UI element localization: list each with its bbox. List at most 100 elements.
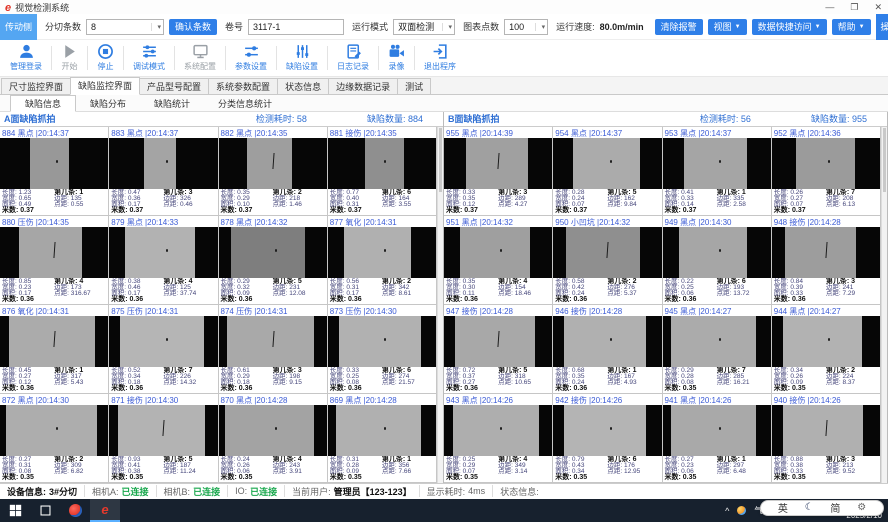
defect-image[interactable] xyxy=(219,316,327,367)
chart-points-select[interactable]: 100▾ xyxy=(504,19,548,35)
defect-cell[interactable]: 876 氧化 |20:14:31长度: 0.45宽度: 0.27面积: 0.12… xyxy=(0,305,109,394)
action-stop-button[interactable]: 停止 xyxy=(89,40,122,76)
defect-cell[interactable]: 950 小凹坑 |20:14:32长度: 0.58宽度: 0.42面积: 0.2… xyxy=(553,216,662,305)
defect-cell[interactable]: 878 黑点 |20:14:32长度: 0.29宽度: 0.32面积: 0.09… xyxy=(219,216,328,305)
close-button[interactable]: ✕ xyxy=(874,3,882,12)
defect-image[interactable] xyxy=(553,138,661,189)
weather-icon[interactable] xyxy=(737,506,746,515)
defect-cell[interactable]: 879 黑点 |20:14:33长度: 0.38宽度: 0.46面积: 0.17… xyxy=(109,216,218,305)
action-params-button[interactable]: 参数设置 xyxy=(227,40,275,76)
defect-image[interactable] xyxy=(328,405,436,456)
defect-cell[interactable]: 949 黑点 |20:14:30长度: 0.22宽度: 0.25面积: 0.06… xyxy=(663,216,772,305)
defect-image[interactable] xyxy=(663,138,771,189)
defect-image[interactable] xyxy=(663,227,771,278)
defect-cell[interactable]: 942 接伤 |20:14:26长度: 0.79宽度: 0.43面积: 0.34… xyxy=(553,394,662,483)
confirm-strips-button[interactable]: 确认条数 xyxy=(169,19,217,35)
panel-b-scrollbar[interactable] xyxy=(881,127,887,483)
defect-cell[interactable]: 871 接伤 |20:14:30长度: 0.93宽度: 0.41面积: 0.38… xyxy=(109,394,218,483)
defect-image[interactable] xyxy=(0,227,108,278)
defect-cell[interactable]: 882 黑点 |20:14:35长度: 0.35宽度: 0.29面积: 0.10… xyxy=(219,127,328,216)
minimize-button[interactable]: — xyxy=(825,3,834,12)
tray-expand-caret[interactable]: ^ xyxy=(725,506,729,516)
defect-cell[interactable]: 870 黑点 |20:14:28长度: 0.24宽度: 0.26面积: 0.06… xyxy=(219,394,328,483)
defect-image[interactable] xyxy=(772,405,880,456)
defect-cell[interactable]: 875 压伤 |20:14:31长度: 0.52宽度: 0.34面积: 0.18… xyxy=(109,305,218,394)
defect-image[interactable] xyxy=(0,405,108,456)
taskbar-inspection-app-button[interactable]: e xyxy=(90,499,120,522)
defect-image[interactable] xyxy=(772,316,880,367)
taskbar-browser-button[interactable] xyxy=(60,499,90,522)
defect-cell[interactable]: 941 黑点 |20:14:26长度: 0.27宽度: 0.23面积: 0.06… xyxy=(663,394,772,483)
defect-cell[interactable]: 943 黑点 |20:14:26长度: 0.25宽度: 0.29面积: 0.07… xyxy=(444,394,553,483)
defect-cell[interactable]: 940 接伤 |20:14:26长度: 0.88宽度: 0.38面积: 0.33… xyxy=(772,394,881,483)
defect-cell[interactable]: 883 黑点 |20:14:37长度: 0.47宽度: 0.36面积: 0.17… xyxy=(109,127,218,216)
defect-image[interactable] xyxy=(553,405,661,456)
defect-image[interactable] xyxy=(328,227,436,278)
defect-cell[interactable]: 874 压伤 |20:14:31长度: 0.61宽度: 0.29面积: 0.18… xyxy=(219,305,328,394)
defect-image[interactable] xyxy=(109,138,217,189)
tab-0[interactable]: 尺寸监控界面 xyxy=(1,78,71,94)
defect-cell[interactable]: 881 接伤 |20:14:35长度: 0.77宽度: 0.40面积: 0.31… xyxy=(328,127,437,216)
task-view-button[interactable] xyxy=(30,499,60,522)
defect-image[interactable] xyxy=(553,227,661,278)
theme-moon-icon[interactable]: ☾ xyxy=(805,502,814,513)
defect-image[interactable] xyxy=(219,227,327,278)
defect-image[interactable] xyxy=(772,227,880,278)
action-exit-button[interactable]: 退出程序 xyxy=(416,40,464,76)
defect-cell[interactable]: 946 接伤 |20:14:28长度: 0.68宽度: 0.35面积: 0.24… xyxy=(553,305,662,394)
defect-image[interactable] xyxy=(444,316,552,367)
data-quick-access-button[interactable]: 数据快捷访问▼ xyxy=(752,19,827,35)
defect-image[interactable] xyxy=(444,138,552,189)
defect-image[interactable] xyxy=(663,405,771,456)
action-log-button[interactable]: 日志记录 xyxy=(329,40,377,76)
action-person-button[interactable]: 管理登录 xyxy=(2,40,50,76)
defect-image[interactable] xyxy=(219,138,327,189)
defect-cell[interactable]: 955 黑点 |20:14:39长度: 0.33宽度: 0.35面积: 0.12… xyxy=(444,127,553,216)
gear-icon[interactable]: ⚙ xyxy=(857,502,866,513)
defect-image[interactable] xyxy=(444,405,552,456)
defect-image[interactable] xyxy=(444,227,552,278)
tab-4[interactable]: 状态信息 xyxy=(277,78,329,94)
defect-image[interactable] xyxy=(109,316,217,367)
defect-cell[interactable]: 944 黑点 |20:14:27长度: 0.34宽度: 0.26面积: 0.09… xyxy=(772,305,881,394)
start-button[interactable] xyxy=(0,499,30,522)
defect-image[interactable] xyxy=(663,316,771,367)
defect-cell[interactable]: 872 黑点 |20:14:30长度: 0.27宽度: 0.31面积: 0.08… xyxy=(0,394,109,483)
defect-image[interactable] xyxy=(772,138,880,189)
defect-image[interactable] xyxy=(0,316,108,367)
action-monitor-button[interactable]: 系统配置 xyxy=(176,40,224,76)
defect-cell[interactable]: 873 压伤 |20:14:30长度: 0.33宽度: 0.25面积: 0.08… xyxy=(328,305,437,394)
run-mode-select[interactable]: 双面检测▾ xyxy=(393,19,455,35)
action-camera-button[interactable]: 录像 xyxy=(380,40,413,76)
language-cn-button[interactable]: 简 xyxy=(830,500,840,515)
action-play-button[interactable]: 开始 xyxy=(53,40,86,76)
defect-cell[interactable]: 884 黑点 |20:14:37长度: 1.23宽度: 0.65面积: 0.49… xyxy=(0,127,109,216)
subtab-2[interactable]: 缺陷统计 xyxy=(140,96,204,111)
tab-1[interactable]: 缺陷监控界面 xyxy=(70,77,140,95)
defect-image[interactable] xyxy=(553,316,661,367)
defect-cell[interactable]: 880 压伤 |20:14:35长度: 0.85宽度: 0.23面积: 0.17… xyxy=(0,216,109,305)
defect-cell[interactable]: 947 接伤 |20:14:28长度: 0.72宽度: 0.37面积: 0.27… xyxy=(444,305,553,394)
defect-image[interactable] xyxy=(219,405,327,456)
roll-number-input[interactable]: 3117-1 xyxy=(248,19,344,35)
defect-image[interactable] xyxy=(328,316,436,367)
defect-image[interactable] xyxy=(328,138,436,189)
action-defect-button[interactable]: 缺陷设置 xyxy=(278,40,326,76)
defect-image[interactable] xyxy=(109,405,217,456)
subtab-1[interactable]: 缺陷分布 xyxy=(76,96,140,111)
clear-alarm-button[interactable]: 清除报警 xyxy=(655,19,703,35)
defect-cell[interactable]: 877 氧化 |20:14:31长度: 0.56宽度: 0.31面积: 0.17… xyxy=(328,216,437,305)
defect-cell[interactable]: 954 黑点 |20:14:37长度: 0.28宽度: 0.24面积: 0.07… xyxy=(553,127,662,216)
defect-image[interactable] xyxy=(0,138,108,189)
tab-6[interactable]: 测试 xyxy=(397,78,431,94)
defect-cell[interactable]: 953 黑点 |20:14:37长度: 0.41宽度: 0.33面积: 0.14… xyxy=(663,127,772,216)
defect-cell[interactable]: 945 黑点 |20:14:27长度: 0.29宽度: 0.28面积: 0.08… xyxy=(663,305,772,394)
tab-5[interactable]: 边缘数据记录 xyxy=(328,78,398,94)
action-debug-button[interactable]: 调试模式 xyxy=(125,40,173,76)
panel-a-scrollbar[interactable] xyxy=(437,127,443,483)
defect-image[interactable] xyxy=(109,227,217,278)
defect-cell[interactable]: 869 黑点 |20:14:28长度: 0.31宽度: 0.28面积: 0.09… xyxy=(328,394,437,483)
subtab-3[interactable]: 分类信息统计 xyxy=(204,96,286,111)
drive-side-button[interactable]: 传动侧 xyxy=(0,14,37,40)
strip-count-select[interactable]: 8▾ xyxy=(86,19,164,35)
